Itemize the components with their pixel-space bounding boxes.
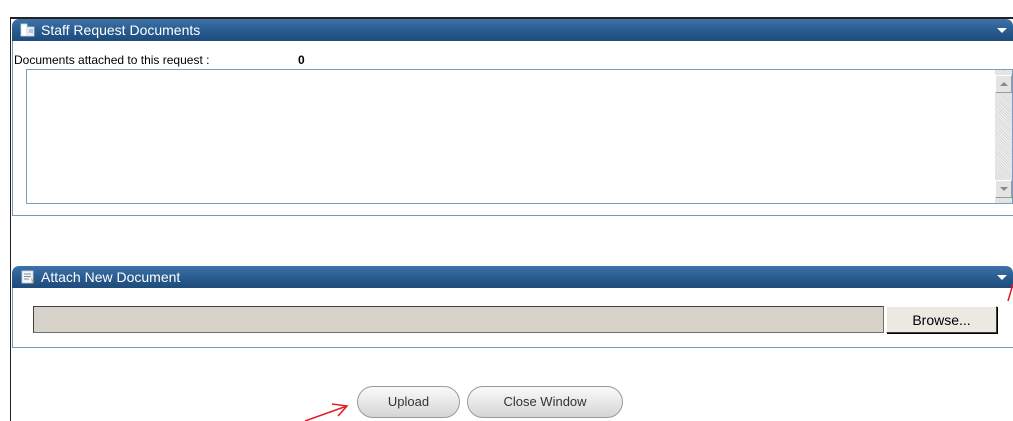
attached-documents-list[interactable] [26, 69, 1013, 204]
upload-button[interactable]: Upload [357, 386, 460, 418]
scroll-down-button[interactable] [995, 180, 1012, 198]
browse-button[interactable]: Browse... [886, 306, 997, 333]
attach-panel-title: Attach New Document [41, 269, 181, 285]
documents-count-label: Documents attached to this request : [14, 53, 210, 67]
red-arrow-icon [304, 403, 349, 421]
collapse-arrow-icon[interactable] [997, 275, 1007, 280]
scroll-up-button[interactable] [995, 75, 1012, 93]
close-window-button[interactable]: Close Window [467, 386, 623, 418]
documents-count-row: Documents attached to this request : 0 [14, 53, 305, 67]
attach-panel-header: Attach New Document [12, 266, 1013, 288]
documents-panel-title: Staff Request Documents [41, 22, 201, 38]
documents-panel-header: Staff Request Documents [12, 19, 1013, 41]
documents-count-value: 0 [298, 53, 305, 67]
collapse-arrow-icon[interactable] [997, 28, 1007, 33]
documents-icon [20, 23, 35, 37]
attach-document-icon [21, 270, 34, 284]
window-frame-left [10, 17, 11, 421]
scroll-down-arrow-icon [1000, 187, 1008, 191]
file-path-input[interactable] [33, 306, 884, 333]
documents-list-scrollbar[interactable] [995, 70, 1012, 203]
scroll-up-arrow-icon [1000, 82, 1008, 86]
